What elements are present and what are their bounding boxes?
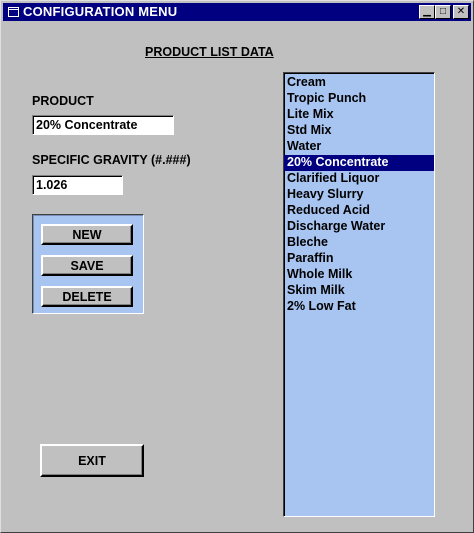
product-field[interactable]: 20% Concentrate xyxy=(32,115,174,135)
list-item[interactable]: Heavy Slurry xyxy=(284,187,434,203)
list-item[interactable]: Tropic Punch xyxy=(284,91,434,107)
list-item[interactable]: Cream xyxy=(284,75,434,91)
configuration-window: CONFIGURATION MENU ▁ □ ✕ PRODUCT LIST DA… xyxy=(0,0,474,533)
minimize-icon: ▁ xyxy=(423,6,431,17)
list-item[interactable]: Lite Mix xyxy=(284,107,434,123)
exit-button[interactable]: EXIT xyxy=(40,444,144,477)
list-item[interactable]: Reduced Acid xyxy=(284,203,434,219)
list-item[interactable]: Water xyxy=(284,139,434,155)
app-icon xyxy=(8,7,19,17)
list-item[interactable]: Clarified Liquor xyxy=(284,171,434,187)
minimize-button[interactable]: ▁ xyxy=(419,5,435,19)
action-button-panel: NEW SAVE DELETE xyxy=(32,214,144,314)
list-item[interactable]: Whole Milk xyxy=(284,267,434,283)
save-button[interactable]: SAVE xyxy=(41,255,133,276)
close-icon: ✕ xyxy=(456,6,466,17)
list-item[interactable]: Bleche xyxy=(284,235,434,251)
page-title: PRODUCT LIST DATA xyxy=(145,45,274,59)
list-item[interactable]: Std Mix xyxy=(284,123,434,139)
product-label: PRODUCT xyxy=(32,94,94,108)
product-listbox[interactable]: Cream Tropic Punch Lite Mix Std Mix Water 20%… xyxy=(283,72,435,517)
window-title: CONFIGURATION MENU xyxy=(23,4,178,19)
specific-gravity-label: SPECIFIC GRAVITY (#.###) xyxy=(32,153,191,167)
list-item[interactable]: Paraffin xyxy=(284,251,434,267)
maximize-icon: □ xyxy=(439,6,447,17)
specific-gravity-field[interactable]: 1.026 xyxy=(32,175,123,195)
list-item[interactable]: 2% Low Fat xyxy=(284,299,434,315)
title-bar[interactable]: CONFIGURATION MENU ▁ □ ✕ xyxy=(3,3,471,21)
delete-button[interactable]: DELETE xyxy=(41,286,133,307)
close-button[interactable]: ✕ xyxy=(453,5,469,19)
list-item[interactable]: 20% Concentrate xyxy=(284,155,434,171)
maximize-button[interactable]: □ xyxy=(435,5,451,19)
list-item[interactable]: Skim Milk xyxy=(284,283,434,299)
list-item[interactable]: Discharge Water xyxy=(284,219,434,235)
new-button[interactable]: NEW xyxy=(41,224,133,245)
